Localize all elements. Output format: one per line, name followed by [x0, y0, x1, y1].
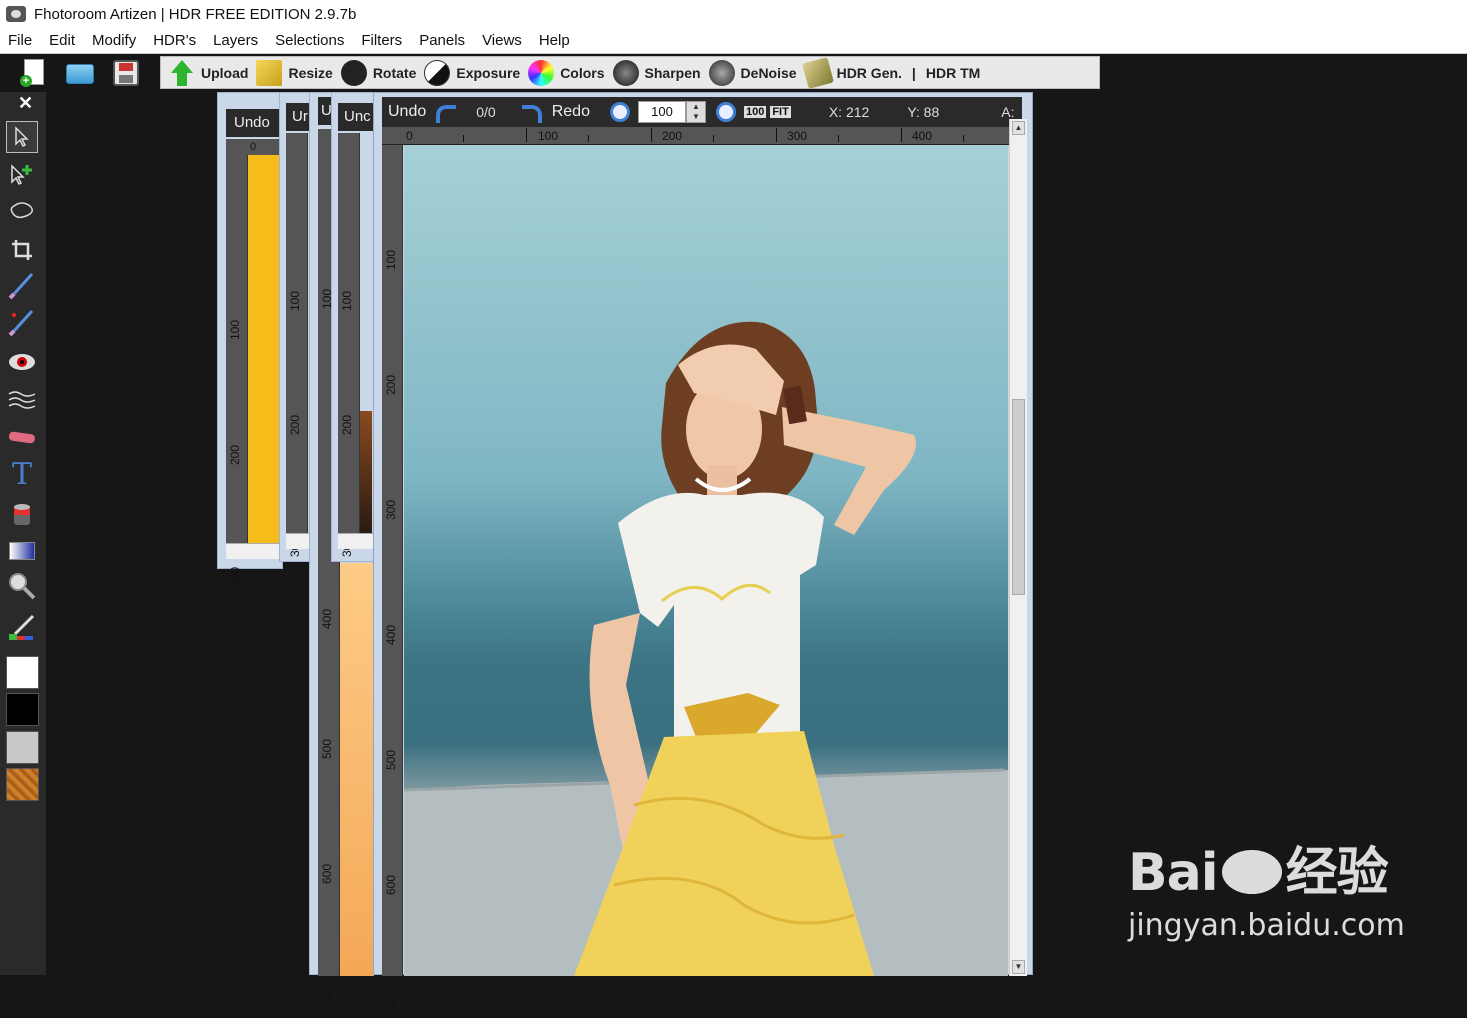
- redo-button[interactable]: Redo: [552, 103, 590, 121]
- gradient-icon[interactable]: [6, 535, 38, 567]
- denoise-button[interactable]: DeNoise: [701, 57, 797, 88]
- paw-icon: [1221, 850, 1282, 894]
- texture-swatch[interactable]: [6, 768, 39, 801]
- app-icon: [6, 6, 26, 22]
- action-bar: Upload Resize Rotate Exposure Colors Sha…: [160, 56, 1100, 89]
- zoom-100-button[interactable]: 100: [743, 106, 767, 118]
- main-image-window[interactable]: Undo 0/0 Redo 100 ▲ ▼ 100 FIT X: 212 Y: 8…: [373, 92, 1033, 1018]
- image-window-4[interactable]: Unc 100 200 300: [331, 92, 375, 562]
- foreground-color-swatch[interactable]: [6, 656, 39, 689]
- window-4-header: Unc: [338, 103, 374, 131]
- colors-icon: [528, 59, 555, 86]
- gray-color-swatch[interactable]: [6, 731, 39, 764]
- zoom-fit-button[interactable]: FIT: [770, 106, 791, 118]
- menu-views[interactable]: Views: [482, 32, 522, 49]
- menu-edit[interactable]: Edit: [49, 32, 75, 49]
- window-1-header: Undo: [226, 109, 282, 137]
- window-title: Fhotoroom Artizen | HDR FREE EDITION 2.9…: [34, 5, 357, 23]
- rotate-button[interactable]: Rotate: [333, 57, 416, 88]
- window-4-image: [360, 411, 372, 533]
- undo-button[interactable]: Undo: [388, 103, 426, 121]
- exposure-button[interactable]: Exposure: [416, 57, 520, 88]
- zoom-input[interactable]: 100: [637, 101, 686, 123]
- redo-arrow-icon[interactable]: [520, 101, 546, 123]
- scroll-down-button[interactable]: ▼: [1012, 960, 1025, 974]
- x-coordinate: X: 212: [828, 104, 870, 120]
- window-3-header: U: [318, 97, 332, 125]
- hdr-gen-button[interactable]: HDR Gen.: [797, 56, 902, 89]
- menu-filters[interactable]: Filters: [361, 32, 402, 49]
- main-window-toolbar: Undo 0/0 Redo 100 ▲ ▼ 100 FIT X: 212 Y: 8…: [382, 97, 1022, 127]
- new-file-icon[interactable]: +: [18, 57, 50, 89]
- eyedropper-icon[interactable]: [6, 611, 38, 643]
- vertical-ruler: 100 200 300 400 500 600 700: [382, 145, 403, 1018]
- open-folder-icon[interactable]: [64, 57, 96, 89]
- crop-icon[interactable]: [6, 234, 38, 266]
- colors-button[interactable]: Colors: [520, 57, 605, 88]
- image-window-1[interactable]: Undo 0 100 200 300: [217, 92, 283, 587]
- undo-arrow-icon[interactable]: [432, 101, 458, 123]
- eraser-icon[interactable]: [6, 421, 38, 453]
- window-1-image: [248, 155, 282, 543]
- sharpen-button[interactable]: Sharpen: [605, 57, 701, 88]
- zoom-out-icon[interactable]: [715, 102, 736, 122]
- y-coordinate: Y: 88: [907, 104, 940, 120]
- denoise-icon: [708, 59, 735, 86]
- history-counter: 0/0: [476, 104, 496, 120]
- window-1-vruler: 100 200 300: [226, 155, 248, 587]
- zoom-in-icon[interactable]: [609, 102, 630, 122]
- menu-bar: File Edit Modify HDR's Layers Selections…: [0, 28, 1467, 54]
- red-brush-icon[interactable]: [6, 307, 38, 339]
- select-arrow-icon[interactable]: [6, 121, 38, 153]
- upload-button[interactable]: Upload: [161, 57, 248, 88]
- rotate-icon: [340, 59, 367, 86]
- scroll-thumb[interactable]: [1012, 399, 1025, 595]
- window-3-image: [340, 563, 374, 976]
- smudge-icon[interactable]: [6, 384, 38, 416]
- background-color-swatch[interactable]: [6, 693, 39, 726]
- sharpen-icon: [612, 59, 639, 86]
- horizontal-ruler: 0 100 200 300 400: [382, 127, 1009, 145]
- zoom-tool-icon[interactable]: [6, 570, 38, 602]
- exposure-icon: [424, 59, 451, 86]
- menu-layers[interactable]: Layers: [213, 32, 258, 49]
- red-eye-icon[interactable]: [6, 346, 38, 378]
- window-4-vruler: 100 200 300: [338, 133, 360, 557]
- photo-canvas[interactable]: [404, 145, 1008, 976]
- paint-bucket-icon[interactable]: [6, 497, 38, 529]
- toolbar-separator: |: [911, 64, 916, 81]
- alpha-readout: A:: [1001, 104, 1015, 120]
- menu-file[interactable]: File: [8, 32, 32, 49]
- zoom-spinner[interactable]: ▲ ▼: [685, 101, 706, 123]
- lasso-icon[interactable]: [6, 196, 38, 228]
- menu-selections[interactable]: Selections: [275, 32, 344, 49]
- watermark-url: jingyan.baidu.com: [1128, 908, 1405, 943]
- resize-button[interactable]: Resize: [248, 57, 333, 88]
- brush-icon[interactable]: [6, 270, 38, 302]
- menu-help[interactable]: Help: [539, 32, 570, 49]
- window-2-vruler: 100 200 300: [286, 133, 308, 557]
- save-disk-icon[interactable]: [110, 57, 142, 89]
- text-tool-icon[interactable]: T: [6, 457, 38, 492]
- scroll-up-button[interactable]: ▲: [1012, 121, 1025, 135]
- hdr-tm-button[interactable]: HDR TM: [926, 57, 980, 88]
- watermark-logo-text: Bai 经验: [1128, 843, 1389, 903]
- window-1-ruler-top: 0: [226, 139, 282, 155]
- move-add-icon[interactable]: [6, 158, 38, 190]
- menu-modify[interactable]: Modify: [92, 32, 136, 49]
- vertical-scrollbar[interactable]: ▲ ▼: [1009, 119, 1027, 976]
- window-4-hscroll[interactable]: [338, 533, 374, 549]
- close-icon[interactable]: ✕: [18, 93, 33, 114]
- menu-hdrs[interactable]: HDR's: [153, 32, 196, 49]
- title-bar: Fhotoroom Artizen | HDR FREE EDITION 2.9…: [0, 0, 1467, 28]
- resize-icon: [256, 59, 283, 86]
- baidu-watermark: Bai 经验 jingyan.baidu.com: [1128, 820, 1408, 950]
- menu-panels[interactable]: Panels: [419, 32, 465, 49]
- upload-icon: [169, 59, 195, 86]
- hdr-icon: [801, 56, 834, 89]
- window-1-hscroll[interactable]: [226, 543, 282, 559]
